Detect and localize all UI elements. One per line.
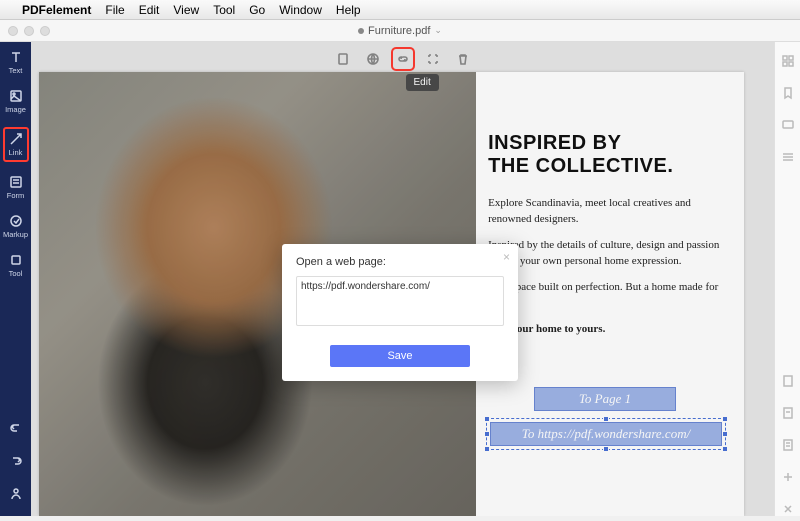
annotation-icon xyxy=(781,118,795,132)
redo-button[interactable] xyxy=(9,454,23,473)
window-titlebar: Furniture.pdf ⌄ xyxy=(0,20,800,42)
menu-view[interactable]: View xyxy=(173,3,199,17)
toolbar-web-link[interactable] xyxy=(364,50,382,68)
menu-help[interactable]: Help xyxy=(336,3,361,17)
trash-icon xyxy=(456,52,470,66)
modified-indicator xyxy=(358,28,364,34)
sidebar-item-markup[interactable]: Markup xyxy=(4,214,28,239)
thumbnails-icon xyxy=(781,54,795,68)
selection-handles[interactable] xyxy=(486,418,726,450)
panel-action-3[interactable] xyxy=(781,438,795,452)
document-title: Furniture.pdf ⌄ xyxy=(358,25,442,37)
dialog-close-button[interactable]: × xyxy=(503,250,510,264)
panel-thumbnails[interactable] xyxy=(781,54,795,68)
doc2-icon xyxy=(781,406,795,420)
undo-button[interactable] xyxy=(9,421,23,440)
chain-icon xyxy=(396,52,410,66)
right-sidebar xyxy=(774,42,800,516)
chevron-down-icon[interactable]: ⌄ xyxy=(434,25,442,36)
image-icon xyxy=(9,89,23,103)
body-paragraph: Explore Scandinavia, meet local creative… xyxy=(488,196,726,228)
scan-icon xyxy=(426,52,440,66)
menu-go[interactable]: Go xyxy=(249,3,265,17)
traffic-lights[interactable] xyxy=(8,26,50,36)
toolbar-delete[interactable] xyxy=(454,50,472,68)
close-icon xyxy=(781,502,795,516)
redo-icon xyxy=(9,454,23,468)
link-annotation-page[interactable]: To Page 1 xyxy=(534,387,676,411)
toolbar-scan[interactable] xyxy=(424,50,442,68)
form-icon xyxy=(9,175,23,189)
menubar: PDFelement File Edit View Tool Go Window… xyxy=(0,0,800,20)
page-heading: INSPIRED BYTHE COLLECTIVE. xyxy=(488,132,726,178)
globe-icon xyxy=(366,52,380,66)
sidebar-item-form[interactable]: Form xyxy=(4,175,28,200)
undo-icon xyxy=(9,421,23,435)
sidebar-item-text[interactable]: Text xyxy=(4,50,28,75)
menu-icon xyxy=(781,150,795,164)
save-button[interactable]: Save xyxy=(330,345,470,367)
plus-icon xyxy=(781,470,795,484)
body-paragraph: From our home to yours. xyxy=(488,322,726,338)
panel-action-1[interactable] xyxy=(781,374,795,388)
app-name[interactable]: PDFelement xyxy=(22,3,91,17)
sidebar-item-link[interactable]: Link xyxy=(4,128,28,161)
panel-bookmarks[interactable] xyxy=(781,86,795,100)
body-paragraph: Inspired by the details of culture, desi… xyxy=(488,238,726,270)
panel-close[interactable] xyxy=(781,502,795,516)
text-icon xyxy=(9,50,23,64)
link-icon xyxy=(9,132,23,146)
panel-menu[interactable] xyxy=(781,150,795,164)
menu-window[interactable]: Window xyxy=(279,3,322,17)
toolbar-edit-link[interactable] xyxy=(394,50,412,68)
menu-file[interactable]: File xyxy=(105,3,124,17)
toolbar-page-link[interactable] xyxy=(334,50,352,68)
tool-icon xyxy=(9,253,23,267)
link-url-dialog: × Open a web page: Save xyxy=(282,244,518,381)
link-toolbar xyxy=(334,50,472,68)
sidebar-item-image[interactable]: Image xyxy=(4,89,28,114)
panel-annotations[interactable] xyxy=(781,118,795,132)
bookmark-icon xyxy=(781,86,795,100)
markup-icon xyxy=(9,214,23,228)
share-icon xyxy=(9,487,23,501)
panel-action-2[interactable] xyxy=(781,406,795,420)
menu-tool[interactable]: Tool xyxy=(213,3,235,17)
left-sidebar: Text Image Link Form Markup Tool xyxy=(0,42,31,516)
body-paragraph: It's a space built on perfection. But a … xyxy=(488,280,726,312)
page-icon xyxy=(336,52,350,66)
menu-edit[interactable]: Edit xyxy=(139,3,160,17)
doc3-icon xyxy=(781,438,795,452)
dialog-title: Open a web page: xyxy=(296,256,504,268)
doc-icon xyxy=(781,374,795,388)
panel-add[interactable] xyxy=(781,470,795,484)
sidebar-item-tool[interactable]: Tool xyxy=(4,253,28,278)
url-input[interactable] xyxy=(296,276,504,326)
share-button[interactable] xyxy=(9,487,23,506)
tooltip: Edit xyxy=(406,74,439,91)
